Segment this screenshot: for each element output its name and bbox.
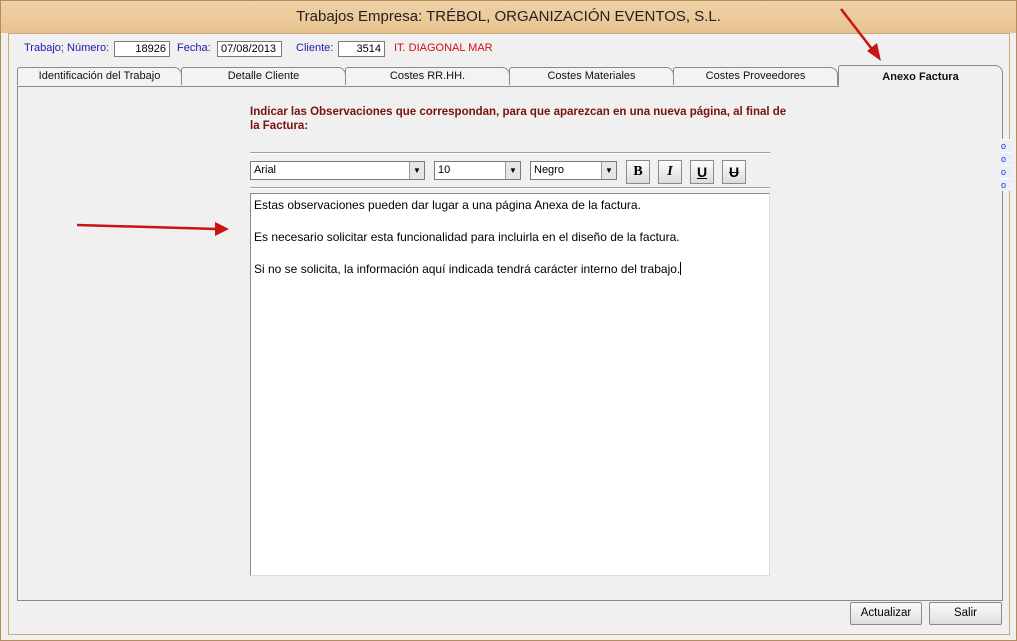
side-link[interactable]: o (1001, 165, 1011, 178)
text-caret (680, 262, 682, 275)
toolbar-top-divider (250, 152, 770, 154)
fecha-label: Fecha: (177, 42, 211, 54)
observations-editor[interactable]: Estas observaciones pueden dar lugar a u… (250, 193, 770, 576)
side-link-strip: o o o o (1001, 139, 1011, 191)
toolbar-bottom-divider (250, 187, 770, 189)
tab-detalle-cliente[interactable]: Detalle Cliente (181, 67, 346, 85)
font-family-select[interactable]: Arial ▼ (250, 161, 425, 180)
font-color-select[interactable]: Negro ▼ (530, 161, 617, 180)
chevron-down-icon[interactable]: ▼ (601, 162, 616, 179)
instruction-text: Indicar las Observaciones que correspond… (250, 106, 787, 132)
chevron-down-icon[interactable]: ▼ (505, 162, 520, 179)
side-link[interactable]: o (1001, 139, 1011, 152)
editor-line: Es necesario solicitar esta funcionalida… (254, 230, 680, 244)
font-family-value: Arial (254, 164, 277, 176)
actualizar-button[interactable]: Actualizar (850, 602, 922, 625)
fecha-field[interactable]: 07/08/2013 (217, 41, 282, 57)
tab-costes-proveedores[interactable]: Costes Proveedores (673, 67, 838, 85)
font-color-value: Negro (534, 164, 564, 176)
italic-button[interactable]: I (658, 160, 682, 184)
font-size-value: 10 (438, 164, 451, 176)
cliente-field[interactable]: 3514 (338, 41, 385, 57)
strikethrough-button[interactable]: U (722, 160, 746, 184)
tab-strip: Identificación del Trabajo Detalle Clien… (17, 65, 1003, 87)
chevron-down-icon[interactable]: ▼ (409, 162, 424, 179)
underline-button[interactable]: U (690, 160, 714, 184)
cliente-label: Cliente: (296, 42, 334, 54)
tab-costes-materiales[interactable]: Costes Materiales (509, 67, 674, 85)
tab-identificacion[interactable]: Identificación del Trabajo (17, 67, 182, 85)
editor-line: Estas observaciones pueden dar lugar a u… (254, 198, 641, 212)
font-size-select[interactable]: 10 ▼ (434, 161, 521, 180)
trabajo-label: Trabajo; Número: (24, 42, 110, 54)
side-link[interactable]: o (1001, 178, 1011, 191)
side-link[interactable]: o (1001, 152, 1011, 165)
window-title: Trabajos Empresa: TRÉBOL, ORGANIZACIÓN E… (1, 1, 1016, 33)
app-window: Trabajos Empresa: TRÉBOL, ORGANIZACIÓN E… (0, 0, 1017, 641)
client-area: Trabajo; Número: 18926 Fecha: 07/08/2013… (8, 33, 1011, 635)
trabajo-number-field[interactable]: 18926 (114, 41, 170, 57)
cliente-name: IT. DIAGONAL MAR (394, 42, 493, 54)
salir-button[interactable]: Salir (929, 602, 1002, 625)
bold-button[interactable]: B (626, 160, 650, 184)
tab-costes-rrhh[interactable]: Costes RR.HH. (345, 67, 510, 85)
tab-anexo-factura[interactable]: Anexo Factura (838, 65, 1003, 87)
anexo-factura-panel: Indicar las Observaciones que correspond… (17, 86, 1003, 601)
editor-line: Si no se solicita, la información aquí i… (254, 262, 682, 276)
